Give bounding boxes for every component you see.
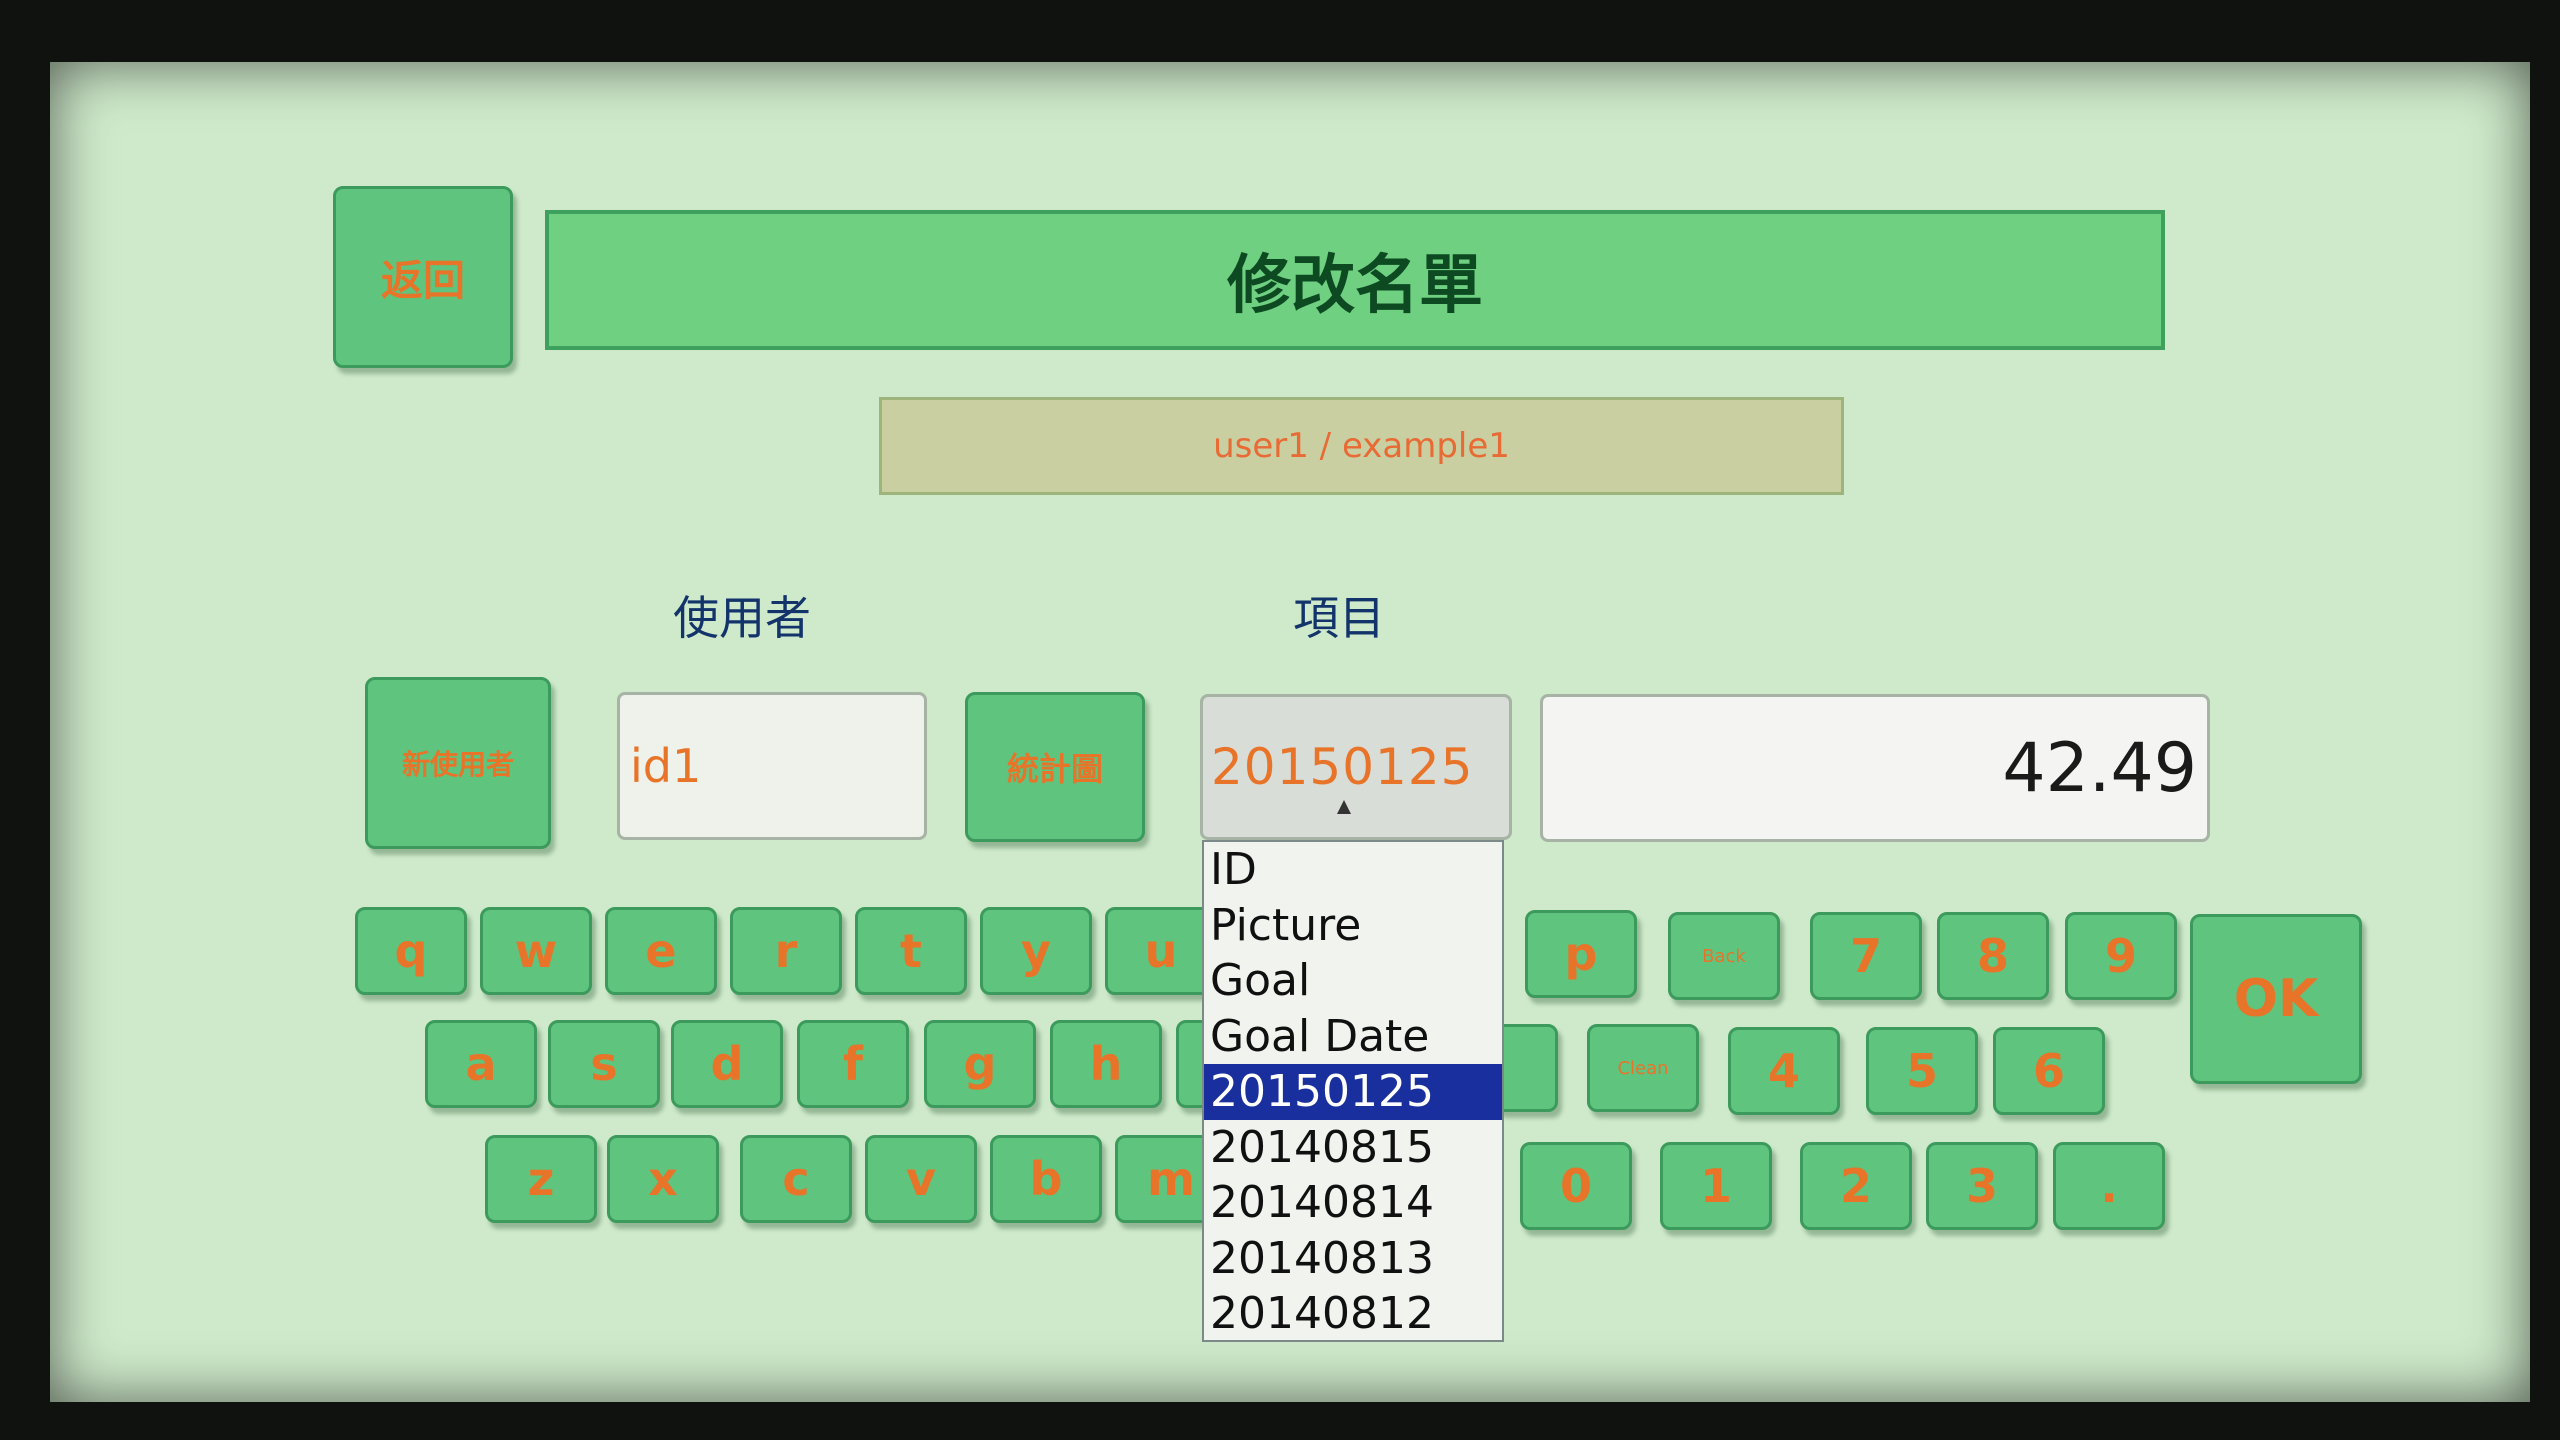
key-7[interactable]: 7	[1810, 912, 1922, 1000]
key-x[interactable]: x	[607, 1135, 719, 1223]
stats-chart-button[interactable]: 統計圖	[965, 692, 1145, 842]
new-user-button[interactable]: 新使用者	[365, 677, 551, 849]
key-9[interactable]: 9	[2065, 912, 2177, 1000]
key-u[interactable]: u	[1105, 907, 1217, 995]
dropdown-option-selected[interactable]: 20150125	[1204, 1064, 1502, 1120]
key-3[interactable]: 3	[1926, 1142, 2038, 1230]
back-button[interactable]: 返回	[333, 186, 513, 368]
key-p[interactable]: p	[1525, 910, 1637, 998]
user-id-value: id1	[630, 739, 702, 793]
key-1[interactable]: 1	[1660, 1142, 1772, 1230]
dropdown-option[interactable]: Goal	[1204, 953, 1502, 1009]
key-w[interactable]: w	[480, 907, 592, 995]
key-s[interactable]: s	[548, 1020, 660, 1108]
key-c[interactable]: c	[740, 1135, 852, 1223]
key-d[interactable]: d	[671, 1020, 783, 1108]
item-dropdown-list[interactable]: ID Picture Goal Goal Date 20150125 20140…	[1202, 840, 1504, 1342]
dropdown-option[interactable]: 20140813	[1204, 1231, 1502, 1287]
key-t[interactable]: t	[855, 907, 967, 995]
key-a[interactable]: a	[425, 1020, 537, 1108]
key-q[interactable]: q	[355, 907, 467, 995]
user-label: 使用者	[673, 591, 811, 645]
key-y[interactable]: y	[980, 907, 1092, 995]
key-4[interactable]: 4	[1728, 1027, 1840, 1115]
item-select[interactable]: 20150125	[1200, 694, 1512, 840]
key-5[interactable]: 5	[1866, 1027, 1978, 1115]
key-r[interactable]: r	[730, 907, 842, 995]
key-0[interactable]: 0	[1520, 1142, 1632, 1230]
current-user-display: user1 / example1	[879, 397, 1844, 495]
dropdown-option[interactable]: 20140815	[1204, 1120, 1502, 1176]
key-f[interactable]: f	[797, 1020, 909, 1108]
key-e[interactable]: e	[605, 907, 717, 995]
key-h[interactable]: h	[1050, 1020, 1162, 1108]
key-v[interactable]: v	[865, 1135, 977, 1223]
item-label: 項目	[1293, 591, 1385, 645]
key-z[interactable]: z	[485, 1135, 597, 1223]
ok-button[interactable]: OK	[2190, 914, 2362, 1084]
key-8[interactable]: 8	[1937, 912, 2049, 1000]
item-select-value: 20150125	[1211, 738, 1474, 796]
dropdown-option[interactable]: 20140812	[1204, 1286, 1502, 1340]
page-title: 修改名單	[545, 210, 2165, 350]
key-6[interactable]: 6	[1993, 1027, 2105, 1115]
dropdown-option[interactable]: 20140814	[1204, 1175, 1502, 1231]
user-id-field[interactable]: id1	[617, 692, 927, 840]
app-screen: 返回 修改名單 user1 / example1 使用者 項目 新使用者 id1…	[50, 62, 2530, 1402]
dropdown-option[interactable]: Picture	[1204, 898, 1502, 954]
key-b[interactable]: b	[990, 1135, 1102, 1223]
key-dot[interactable]: .	[2053, 1142, 2165, 1230]
clean-button[interactable]: Clean	[1587, 1024, 1699, 1112]
dropdown-option[interactable]: Goal Date	[1204, 1009, 1502, 1065]
backspace-button[interactable]: Back	[1668, 912, 1780, 1000]
key-2[interactable]: 2	[1800, 1142, 1912, 1230]
dropdown-option[interactable]: ID	[1204, 842, 1502, 898]
mouse-cursor-icon	[1337, 800, 1351, 814]
key-g[interactable]: g	[924, 1020, 1036, 1108]
value-field[interactable]: 42.49	[1540, 694, 2210, 842]
value-field-text: 42.49	[2002, 728, 2197, 808]
